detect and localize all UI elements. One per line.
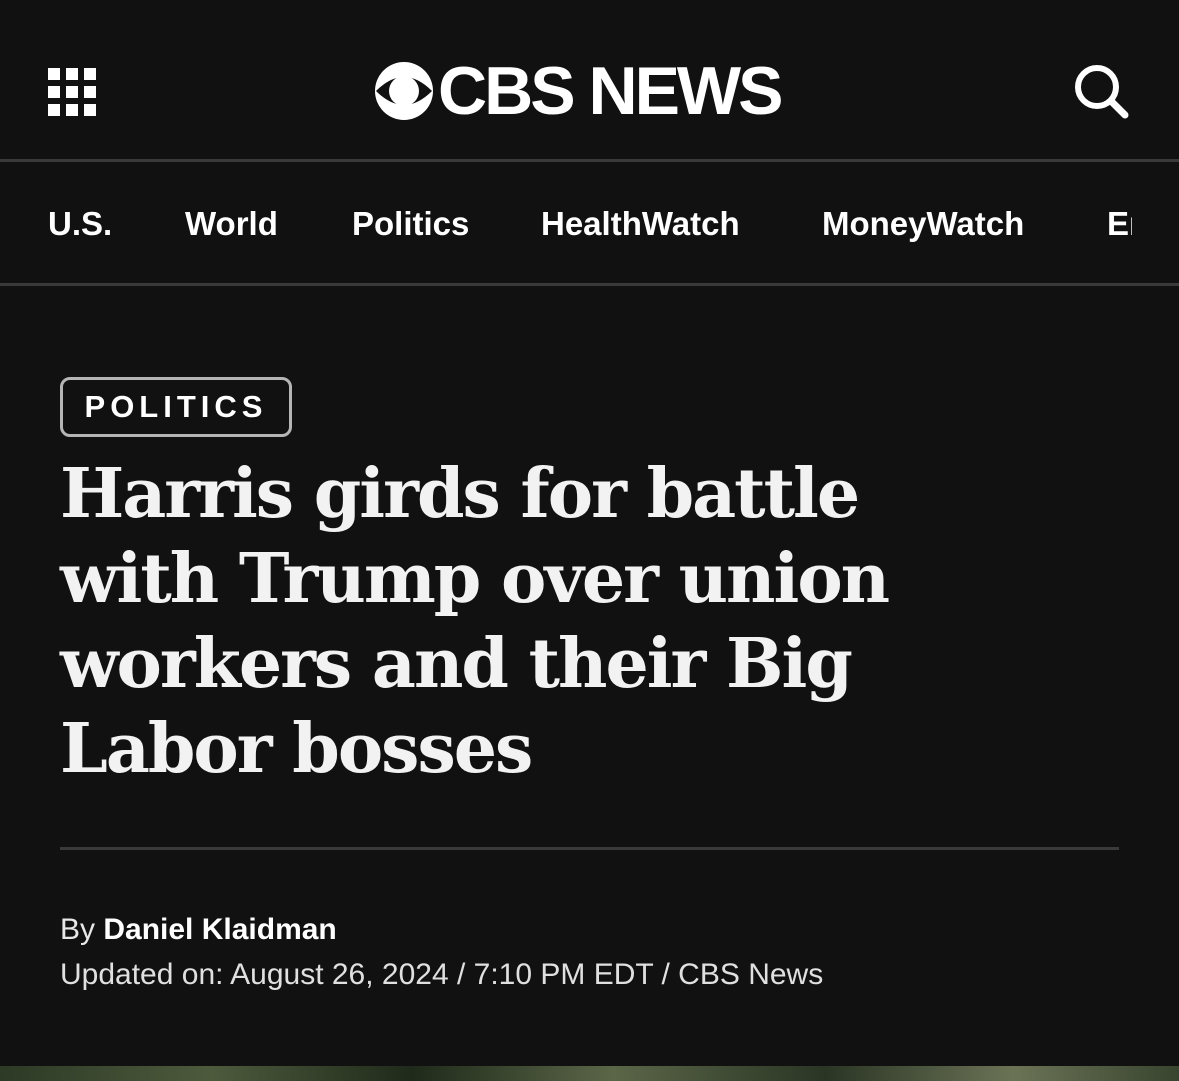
grid-menu-icon[interactable] bbox=[48, 68, 96, 116]
nav-item-moneywatch[interactable]: MoneyWatch bbox=[822, 204, 1024, 244]
search-icon[interactable] bbox=[1072, 62, 1130, 120]
byline: By Daniel Klaidman bbox=[60, 910, 337, 950]
nav-item-healthwatch[interactable]: HealthWatch bbox=[541, 204, 740, 244]
divider bbox=[60, 847, 1119, 850]
cbs-eye-icon bbox=[375, 62, 433, 120]
category-tag[interactable]: POLITICS bbox=[60, 377, 292, 437]
cbs-news-logo[interactable]: CBS NEWS bbox=[374, 53, 783, 129]
section-nav-track: U.S. World Politics HealthWatch MoneyWat… bbox=[0, 164, 1132, 283]
dateline: Updated on: August 26, 2024 / 7:10 PM ED… bbox=[60, 958, 824, 991]
page: CBS NEWS U.S. World Politics HealthWatch… bbox=[0, 0, 1179, 1081]
nav-item-politics[interactable]: Politics bbox=[352, 204, 469, 244]
author-link[interactable]: Daniel Klaidman bbox=[103, 913, 336, 946]
nav-item-us[interactable]: U.S. bbox=[48, 204, 112, 244]
byline-prefix: By bbox=[60, 913, 96, 946]
section-nav: U.S. World Politics HealthWatch MoneyWat… bbox=[0, 164, 1179, 286]
nav-item-entertainment[interactable]: Entertainment bbox=[1107, 204, 1132, 244]
logo-text: CBS NEWS bbox=[438, 53, 783, 129]
top-bar: CBS NEWS bbox=[0, 0, 1179, 162]
article-image bbox=[0, 1066, 1179, 1081]
article-headline: Harris girds for battle with Trump over … bbox=[60, 454, 890, 789]
nav-item-world[interactable]: World bbox=[185, 204, 278, 244]
